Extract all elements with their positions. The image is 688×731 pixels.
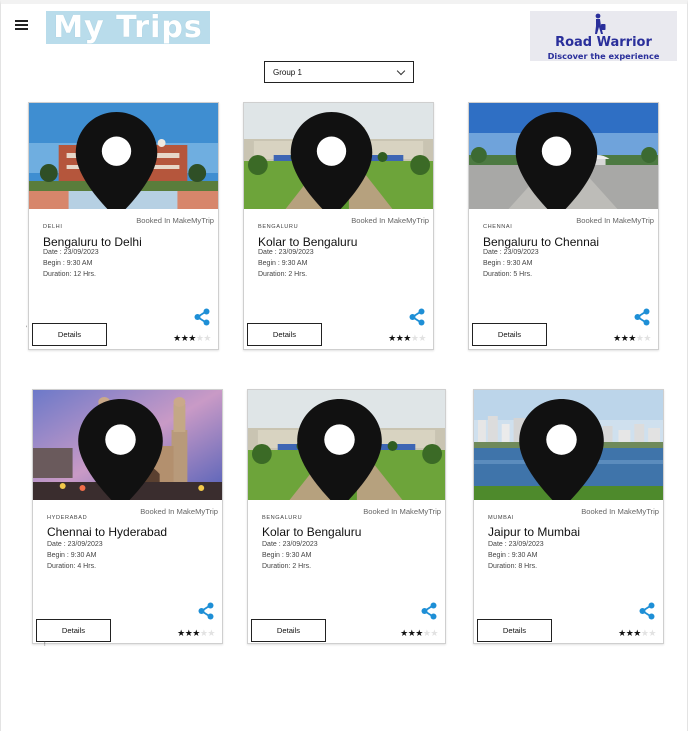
- trip-title: Bengaluru to Delhi: [43, 235, 142, 249]
- details-button[interactable]: Details: [477, 619, 552, 642]
- location-pin-icon[interactable]: [248, 399, 438, 500]
- trip-photo: [244, 103, 433, 209]
- trip-city: BENGALURU: [262, 515, 303, 521]
- details-button[interactable]: Details: [251, 619, 326, 642]
- trip-photo: [29, 103, 218, 209]
- trip-card: Booked In MakeMyTrip HYDERABAD Chennai t…: [32, 389, 223, 644]
- stray-mark: ‘: [26, 326, 28, 332]
- trip-begin: Begin : 9:30 AM: [258, 260, 308, 267]
- location-pin-icon[interactable]: [244, 112, 426, 209]
- share-icon[interactable]: [193, 308, 211, 326]
- road-warrior-logo: Road Warrior Discover the experience: [530, 11, 677, 61]
- trip-duration: Duration: 12 Hrs.: [43, 271, 96, 278]
- trip-begin: Begin : 9:30 AM: [43, 260, 93, 267]
- booking-source: Booked In MakeMyTrip: [576, 216, 654, 225]
- details-button[interactable]: Details: [32, 323, 107, 346]
- details-button[interactable]: Details: [247, 323, 322, 346]
- rating-stars: ★★★★★: [613, 333, 651, 344]
- location-pin-icon[interactable]: [29, 112, 211, 209]
- trip-photo: [474, 390, 663, 500]
- trip-duration: Duration: 2 Hrs.: [258, 271, 308, 278]
- location-pin-icon[interactable]: [469, 112, 651, 209]
- trip-date: Date : 23/09/2023: [43, 249, 99, 256]
- star-empty-icon: ★★: [410, 333, 427, 343]
- booking-source: Booked In MakeMyTrip: [136, 216, 214, 225]
- trip-card: Booked In MakeMyTrip BENGALURU Kolar to …: [247, 389, 446, 644]
- star-empty-icon: ★★: [199, 628, 216, 638]
- share-icon[interactable]: [197, 602, 215, 620]
- traveler-icon: [595, 13, 606, 34]
- trip-title: Kolar to Bengaluru: [262, 525, 362, 539]
- share-icon[interactable]: [408, 308, 426, 326]
- details-button[interactable]: Details: [472, 323, 547, 346]
- share-icon[interactable]: [420, 602, 438, 620]
- booking-source: Booked In MakeMyTrip: [363, 507, 441, 516]
- trip-date: Date : 23/09/2023: [47, 541, 103, 548]
- booking-source: Booked In MakeMyTrip: [140, 507, 218, 516]
- rating-stars: ★★★★★: [388, 333, 426, 344]
- trip-title: Bengaluru to Chennai: [483, 235, 600, 249]
- trip-photo: [33, 390, 222, 500]
- rating-stars: ★★★★★: [618, 628, 656, 639]
- trip-title: Chennai to Hyderabad: [47, 525, 168, 539]
- trip-date: Date : 23/09/2023: [262, 541, 318, 548]
- star-empty-icon: ★★: [422, 628, 439, 638]
- trip-begin: Begin : 9:30 AM: [488, 552, 538, 559]
- star-filled-icon: ★★★: [173, 333, 196, 343]
- my-trips-logo: My Trips: [46, 10, 210, 45]
- star-empty-icon: ★★: [640, 628, 657, 638]
- road-warrior-brand-name: Road Warrior: [555, 35, 652, 50]
- trip-title: Kolar to Bengaluru: [258, 235, 358, 249]
- trip-title: Jaipur to Mumbai: [488, 525, 581, 539]
- group-select-value: Group 1: [273, 68, 302, 77]
- booking-source: Booked In MakeMyTrip: [351, 216, 429, 225]
- trip-city: CHENNAI: [483, 224, 513, 230]
- road-warrior-tagline: Discover the experience: [547, 51, 660, 61]
- my-trips-logo-text: My Trips: [53, 10, 203, 45]
- star-empty-icon: ★★: [635, 333, 652, 343]
- booking-source: Booked In MakeMyTrip: [581, 507, 659, 516]
- trip-date: Date : 23/09/2023: [488, 541, 544, 548]
- rating-stars: ★★★★★: [177, 628, 215, 639]
- trip-card: Booked In MakeMyTrip DELHI Bengaluru to …: [28, 102, 219, 350]
- details-button[interactable]: Details: [36, 619, 111, 642]
- trip-city: BENGALURU: [258, 224, 299, 230]
- star-empty-icon: ★★: [195, 333, 212, 343]
- group-select[interactable]: Group 1: [264, 61, 414, 83]
- star-filled-icon: ★★★: [613, 333, 636, 343]
- trip-begin: Begin : 9:30 AM: [47, 552, 97, 559]
- trip-city: MUMBAI: [488, 515, 514, 521]
- trip-card: Booked In MakeMyTrip BENGALURU Kolar to …: [243, 102, 434, 350]
- trip-duration: Duration: 5 Hrs.: [483, 271, 533, 278]
- trip-city: HYDERABAD: [47, 515, 88, 521]
- star-filled-icon: ★★★: [388, 333, 411, 343]
- trip-duration: Duration: 2 Hrs.: [262, 563, 312, 570]
- trip-begin: Begin : 9:30 AM: [262, 552, 312, 559]
- trip-duration: Duration: 8 Hrs.: [488, 563, 538, 570]
- hamburger-menu-icon[interactable]: [15, 20, 28, 30]
- chevron-down-icon: [396, 66, 406, 76]
- trip-photo: [248, 390, 445, 500]
- star-filled-icon: ★★★: [400, 628, 423, 638]
- trip-card: Booked In MakeMyTrip MUMBAI Jaipur to Mu…: [473, 389, 664, 644]
- trip-card: Booked In MakeMyTrip CHENNAI Bengaluru t…: [468, 102, 659, 350]
- rating-stars: ★★★★★: [400, 628, 438, 639]
- trip-date: Date : 23/09/2023: [258, 249, 314, 256]
- location-pin-icon[interactable]: [33, 399, 215, 500]
- trip-date: Date : 23/09/2023: [483, 249, 539, 256]
- rating-stars: ★★★★★: [173, 333, 211, 344]
- stray-mark: !: [44, 642, 46, 648]
- trip-begin: Begin : 9:30 AM: [483, 260, 533, 267]
- star-filled-icon: ★★★: [618, 628, 641, 638]
- trip-duration: Duration: 4 Hrs.: [47, 563, 97, 570]
- trip-city: DELHI: [43, 224, 63, 230]
- star-filled-icon: ★★★: [177, 628, 200, 638]
- share-icon[interactable]: [638, 602, 656, 620]
- trip-photo: [469, 103, 658, 209]
- location-pin-icon[interactable]: [474, 399, 656, 500]
- share-icon[interactable]: [633, 308, 651, 326]
